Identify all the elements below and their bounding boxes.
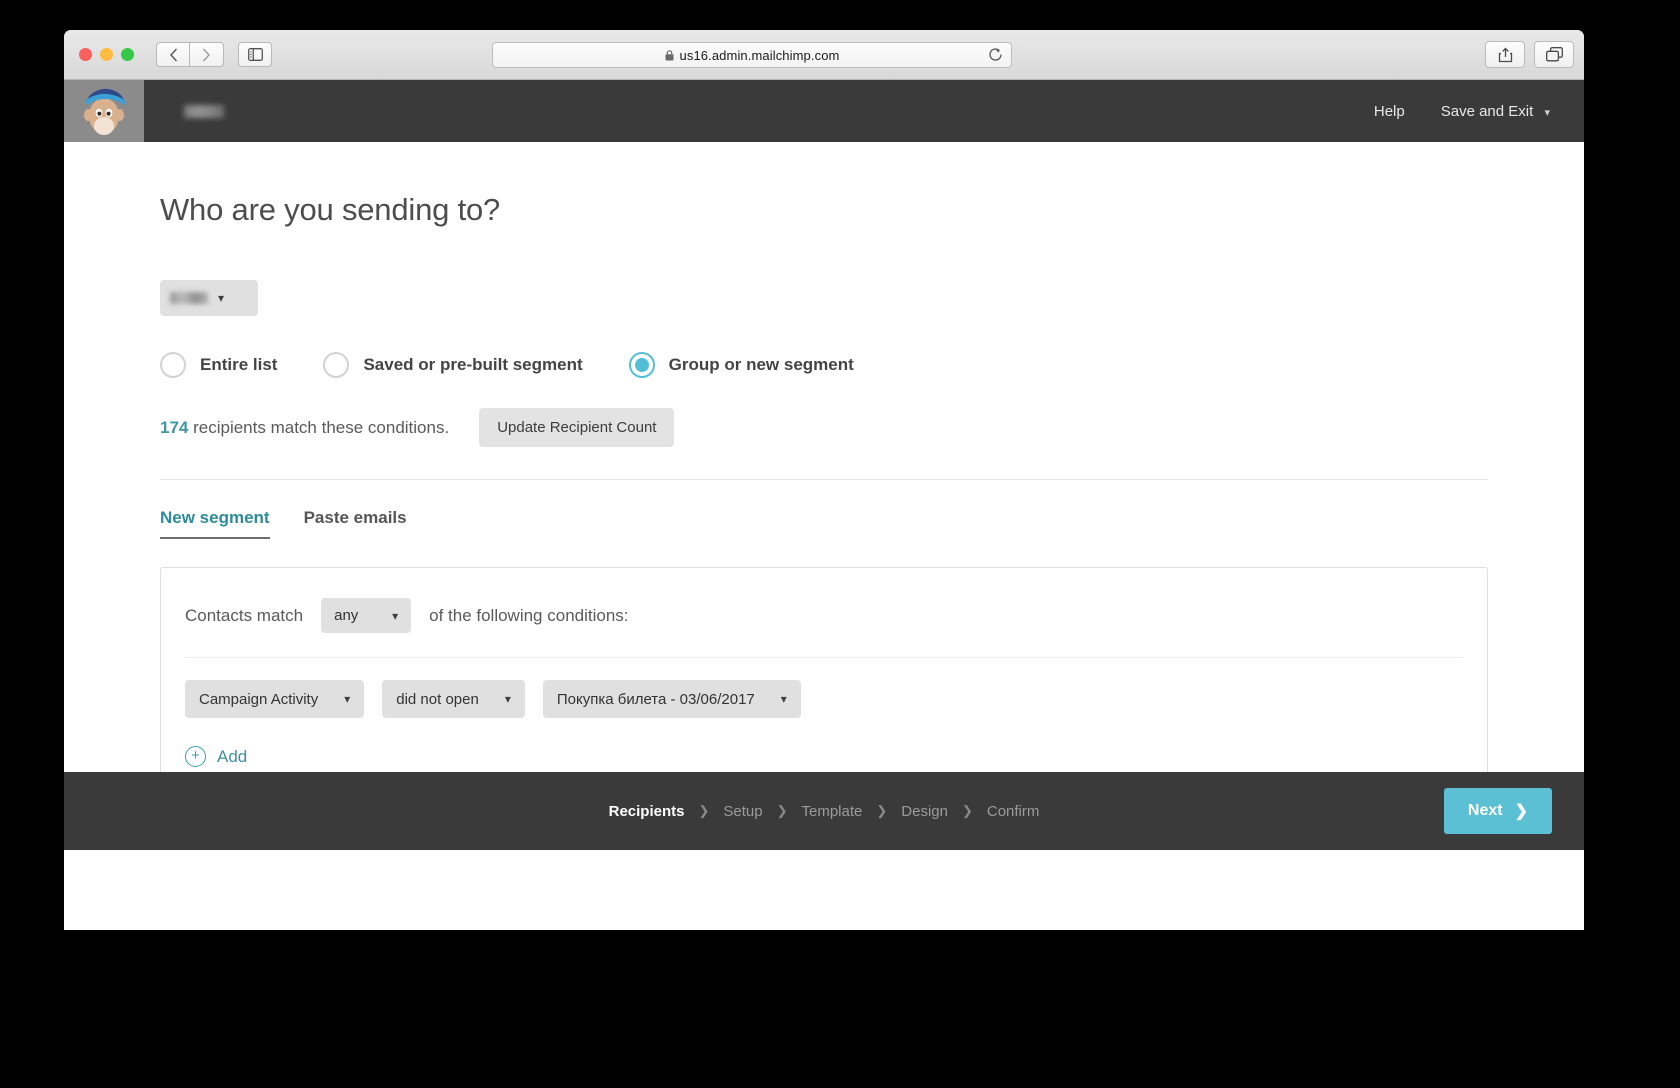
help-link[interactable]: Help (1374, 103, 1405, 120)
audience-list-selector[interactable]: ▾ (160, 280, 258, 316)
minimize-window-button[interactable] (100, 48, 113, 61)
radio-entire-list[interactable] (160, 352, 186, 378)
chevron-right-icon: ❯ (876, 803, 888, 818)
tab-new-segment[interactable]: New segment (160, 508, 270, 539)
address-bar[interactable]: us16.admin.mailchimp.com (492, 42, 1012, 68)
recipient-count-number: 174 (160, 417, 189, 437)
condition-row: Campaign Activity ▾ did not open ▾ Покуп… (185, 680, 1463, 718)
radio-option-group-or-new-segment[interactable]: Group or new segment (628, 352, 854, 378)
match-operator-value: any (334, 607, 359, 624)
radio-saved-segment[interactable] (323, 352, 350, 378)
recipient-count-row: 174 recipients match these conditions. U… (160, 408, 1488, 447)
page-title: Who are you sending to? (160, 192, 501, 227)
help-label: Help (1373, 102, 1405, 120)
step-template[interactable]: Template (787, 803, 876, 820)
app-header-actions: Help Save and Exit ▾ (1374, 80, 1584, 142)
breadcrumb: Recipients ❯ Setup ❯ Template ❯ Design ❯… (595, 803, 1054, 820)
condition-value-dropdown[interactable]: Покупка билета - 03/06/2017 ▾ (542, 680, 801, 718)
radio-option-entire-list[interactable]: Entire list (160, 352, 277, 378)
chevron-right-icon (202, 48, 210, 61)
add-condition-label: Add (217, 746, 248, 766)
tab-overview-button[interactable] (1534, 41, 1574, 68)
segment-source-tabs: New segment Paste emails (160, 508, 1488, 539)
redaction-blur (184, 104, 224, 118)
match-conditions-row: Contacts match any ▾ of the following co… (185, 598, 1463, 633)
segment-builder-panel: Contacts match any ▾ of the following co… (160, 567, 1488, 794)
chevron-down-icon: ▾ (218, 291, 225, 305)
step-confirm[interactable]: Confirm (973, 803, 1054, 820)
toolbar-right-buttons (1485, 41, 1574, 68)
address-bar-wrapper: us16.admin.mailchimp.com (492, 42, 1012, 68)
tab-overview-icon (1545, 47, 1563, 62)
audience-scope-radio-group: Entire list Saved or pre-built segment G… (160, 352, 1488, 378)
condition-field-dropdown[interactable]: Campaign Activity ▾ (185, 680, 365, 718)
app-header: Help Save and Exit ▾ (64, 80, 1584, 142)
recipient-count-caption: recipients match these conditions. (188, 417, 450, 437)
sidebar-toggle-button[interactable] (238, 42, 272, 67)
reload-icon (989, 48, 1002, 61)
radio-group-or-new-segment[interactable] (628, 352, 655, 378)
radio-label-group-or-new-segment: Group or new segment (668, 355, 854, 374)
chevron-down-icon: ▾ (344, 692, 351, 706)
plus-circle-icon: + (185, 746, 206, 767)
chevron-down-icon: ▾ (1544, 106, 1550, 119)
selected-list-name-redacted (170, 292, 208, 304)
browser-toolbar: us16.admin.mailchimp.com (64, 30, 1584, 80)
window-controls (79, 48, 134, 61)
add-condition-button[interactable]: + Add (185, 746, 1463, 767)
reload-button[interactable] (988, 47, 1003, 66)
save-and-exit-button[interactable]: Save and Exit ▾ (1441, 103, 1550, 120)
section-divider (160, 479, 1488, 480)
url-text: us16.admin.mailchimp.com (679, 47, 840, 63)
browser-window: us16.admin.mailchimp.com Help Save and E… (64, 30, 1584, 930)
page-body: Who are you sending to? ▾ Entire list Sa… (64, 142, 1584, 850)
maximize-window-button[interactable] (121, 48, 134, 61)
step-setup[interactable]: Setup (709, 803, 776, 820)
chevron-down-icon: ▾ (392, 608, 399, 623)
next-label: Next (1467, 802, 1503, 819)
step-design[interactable]: Design (887, 803, 962, 820)
chevron-right-icon: ❯ (961, 803, 973, 818)
account-name-redacted (184, 80, 224, 142)
condition-operator-value: did not open (396, 690, 479, 708)
chevron-right-icon: ❯ (1514, 803, 1528, 820)
radio-option-saved-segment[interactable]: Saved or pre-built segment (323, 352, 583, 378)
wizard-footer: Recipients ❯ Setup ❯ Template ❯ Design ❯… (64, 772, 1584, 850)
tab-paste-emails[interactable]: Paste emails (304, 508, 407, 539)
match-suffix-label: of the following conditions: (429, 605, 629, 625)
chevron-down-icon: ▾ (504, 692, 511, 706)
match-operator-dropdown[interactable]: any ▾ (321, 598, 412, 633)
forward-button[interactable] (190, 42, 224, 67)
radio-label-saved-segment: Saved or pre-built segment (363, 355, 583, 374)
share-button[interactable] (1485, 41, 1525, 68)
condition-operator-dropdown[interactable]: did not open ▾ (382, 680, 525, 718)
save-and-exit-label: Save and Exit (1440, 102, 1534, 120)
close-window-button[interactable] (79, 48, 92, 61)
panel-divider (185, 657, 1463, 658)
chevron-down-icon: ▾ (780, 692, 787, 706)
mailchimp-freddie-logo (84, 88, 126, 135)
sidebar-toggle-icon (247, 48, 263, 61)
next-button[interactable]: Next ❯ (1443, 788, 1552, 834)
navigation-buttons (156, 42, 272, 67)
step-recipients[interactable]: Recipients (595, 803, 699, 820)
mailchimp-logo-container[interactable] (64, 80, 144, 142)
match-prefix-label: Contacts match (185, 605, 304, 625)
chevron-right-icon: ❯ (698, 803, 710, 818)
recipient-count-text: 174 recipients match these conditions. (160, 418, 449, 438)
share-icon (1498, 46, 1512, 62)
back-button[interactable] (156, 42, 190, 67)
radio-label-entire-list: Entire list (200, 355, 278, 374)
lock-icon (665, 49, 674, 61)
condition-value-value: Покупка билета - 03/06/2017 (556, 690, 755, 708)
chevron-right-icon: ❯ (776, 803, 788, 818)
chevron-left-icon (169, 48, 177, 61)
update-recipient-count-button[interactable]: Update Recipient Count (479, 408, 675, 447)
condition-field-value: Campaign Activity (199, 690, 319, 708)
